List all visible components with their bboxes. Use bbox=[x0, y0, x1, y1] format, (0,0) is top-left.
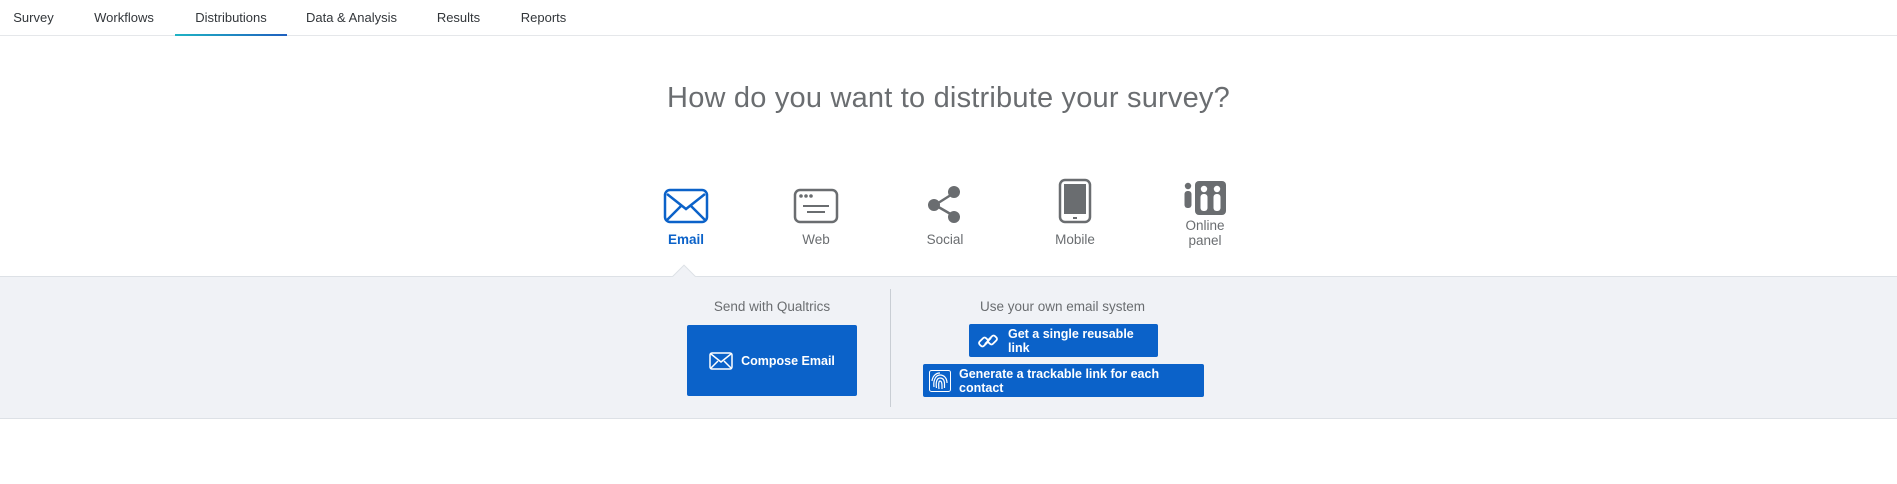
tab-distributions[interactable]: Distributions bbox=[175, 0, 287, 36]
compose-email-button[interactable]: Compose Email bbox=[687, 325, 857, 396]
envelope-icon bbox=[641, 176, 731, 224]
method-label: Email bbox=[667, 232, 705, 247]
own-system-section-title: Use your own email system bbox=[979, 299, 1146, 314]
tab-results[interactable]: Results bbox=[427, 0, 490, 36]
trackable-link-label: Generate a trackable link for each conta… bbox=[959, 366, 1160, 395]
reusable-link-label: Get a single reusable link bbox=[1008, 326, 1134, 355]
page-title: How do you want to distribute your surve… bbox=[667, 82, 1230, 114]
method-label: Mobile bbox=[1055, 232, 1095, 247]
link-icon bbox=[978, 334, 998, 347]
qualtrics-section-title: Send with Qualtrics bbox=[713, 299, 831, 314]
method-social[interactable]: Social bbox=[900, 176, 990, 256]
email-options-panel bbox=[0, 276, 1897, 419]
browser-window-icon bbox=[771, 176, 861, 224]
method-label: Online panel bbox=[1160, 218, 1250, 248]
mobile-phone-icon bbox=[1030, 176, 1120, 224]
panel-divider bbox=[890, 289, 891, 407]
tab-survey[interactable]: Survey bbox=[0, 0, 67, 36]
reusable-link-button[interactable]: Get a single reusable link bbox=[969, 324, 1158, 357]
envelope-icon bbox=[709, 351, 733, 370]
tab-workflows[interactable]: Workflows bbox=[88, 0, 160, 36]
method-label-line: panel bbox=[1188, 233, 1222, 248]
fingerprint-icon bbox=[929, 369, 951, 392]
people-panel-icon bbox=[1160, 168, 1250, 216]
method-label: Social bbox=[926, 232, 964, 247]
top-navigation: Survey Workflows Distributions Data & An… bbox=[0, 0, 1897, 36]
trackable-link-button[interactable]: Generate a trackable link for each conta… bbox=[923, 364, 1204, 397]
compose-email-label: Compose Email bbox=[741, 353, 835, 368]
tab-data-analysis[interactable]: Data & Analysis bbox=[298, 0, 405, 36]
share-icon bbox=[900, 176, 990, 224]
method-email[interactable]: Email bbox=[641, 176, 731, 256]
method-online-panel[interactable]: Online panel bbox=[1160, 176, 1250, 256]
panel-pointer bbox=[669, 261, 699, 277]
method-label-line: Online bbox=[1185, 218, 1225, 233]
method-mobile[interactable]: Mobile bbox=[1030, 176, 1120, 256]
tab-reports[interactable]: Reports bbox=[512, 0, 575, 36]
method-web[interactable]: Web bbox=[771, 176, 861, 256]
method-label: Web bbox=[802, 232, 830, 247]
